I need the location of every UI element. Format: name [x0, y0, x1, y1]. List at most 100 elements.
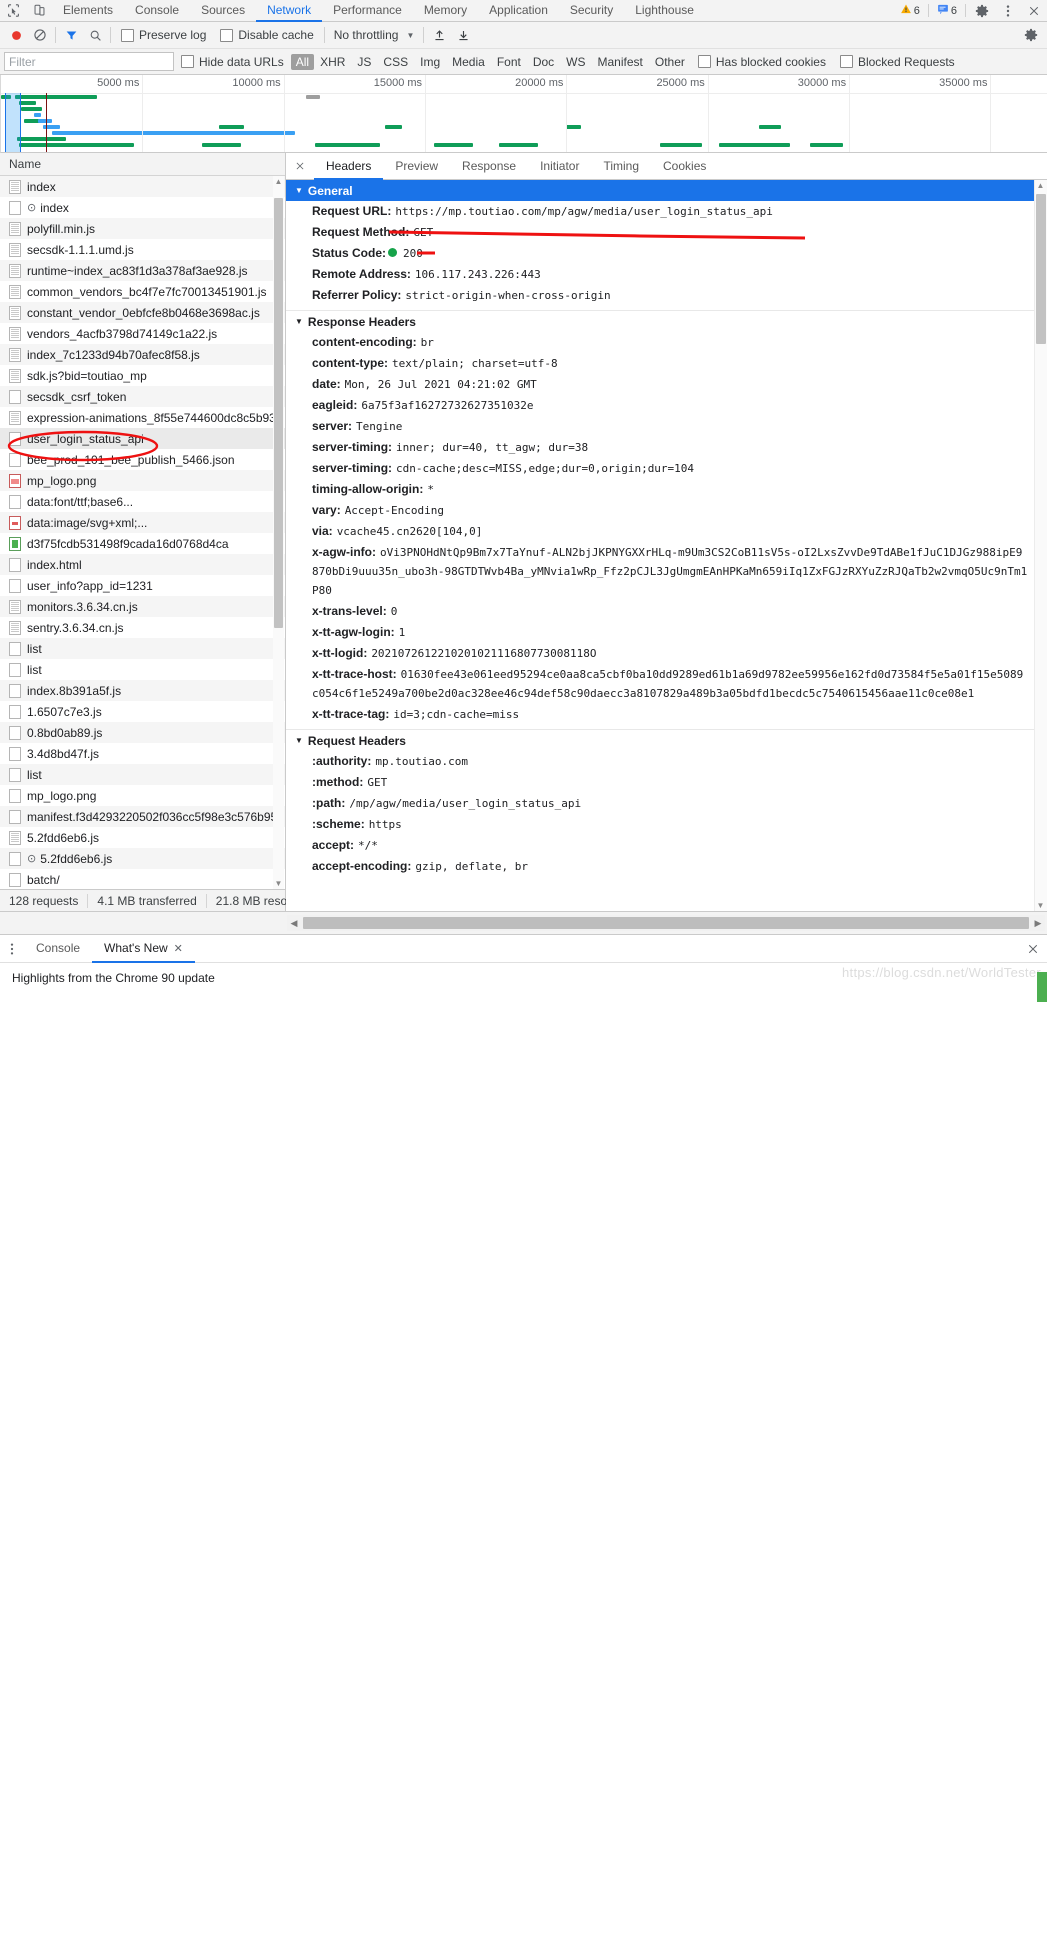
tab-elements[interactable]: Elements: [52, 0, 124, 22]
scroll-up-arrow-icon[interactable]: ▲: [1036, 180, 1045, 191]
tab-memory[interactable]: Memory: [413, 0, 478, 22]
request-list-scroll-thumb[interactable]: [274, 198, 283, 628]
filter-type-manifest[interactable]: Manifest: [592, 55, 649, 69]
filter-type-js[interactable]: JS: [351, 55, 377, 69]
network-overview-timeline[interactable]: 5000 ms 10000 ms 15000 ms 20000 ms 25000 ms 3…: [0, 75, 1047, 153]
scroll-down-arrow-icon[interactable]: ▼: [274, 878, 283, 889]
request-row[interactable]: 0.8bd0ab89.js: [0, 722, 285, 743]
tab-security[interactable]: Security: [559, 0, 624, 22]
request-row[interactable]: index.8b391a5f.js: [0, 680, 285, 701]
network-settings-gear-icon[interactable]: [1019, 23, 1043, 47]
request-row[interactable]: batch/: [0, 869, 285, 889]
scroll-left-arrow-icon[interactable]: ◀: [287, 918, 301, 929]
message-badge[interactable]: 6: [932, 0, 962, 21]
request-list-scrollbar[interactable]: ▲ ▼: [273, 176, 284, 889]
filter-type-css[interactable]: CSS: [377, 55, 414, 69]
request-row[interactable]: ⊙ 5.2fdd6eb6.js: [0, 848, 285, 869]
section-header-request[interactable]: ▼ Request Headers: [286, 730, 1035, 751]
request-row[interactable]: common_vendors_bc4f7e7fc70013451901.js: [0, 281, 285, 302]
request-row[interactable]: polyfill.min.js: [0, 218, 285, 239]
tab-application[interactable]: Application: [478, 0, 559, 22]
export-har-icon[interactable]: [451, 23, 475, 47]
throttling-select[interactable]: No throttling ▼: [328, 28, 421, 42]
close-icon[interactable]: ✕: [174, 942, 183, 955]
hide-data-urls-box[interactable]: [181, 55, 194, 68]
has-blocked-cookies-box[interactable]: [697, 55, 711, 68]
request-row[interactable]: vendors_4acfb3798d74149c1a22.js: [0, 323, 285, 344]
detail-tab-response[interactable]: Response: [450, 153, 528, 180]
filter-type-img[interactable]: Img: [414, 55, 446, 69]
scroll-right-arrow-icon[interactable]: ▶: [1031, 918, 1045, 929]
filter-type-other[interactable]: Other: [649, 55, 691, 69]
request-row[interactable]: bee_prod_101_bee_publish_5466.json: [0, 449, 285, 470]
request-row[interactable]: constant_vendor_0ebfcfe8b0468e3698ac.js: [0, 302, 285, 323]
request-row[interactable]: user_info?app_id=1231: [0, 575, 285, 596]
inspect-element-icon[interactable]: [0, 0, 26, 21]
request-row[interactable]: index.html: [0, 554, 285, 575]
request-row[interactable]: 1.6507c7e3.js: [0, 701, 285, 722]
request-row[interactable]: sentry.3.6.34.cn.js: [0, 617, 285, 638]
hscroll-thumb[interactable]: [303, 917, 1029, 929]
section-header-response[interactable]: ▼ Response Headers: [286, 311, 1035, 332]
clear-button[interactable]: [28, 23, 52, 47]
request-row[interactable]: secsdk-1.1.1.umd.js: [0, 239, 285, 260]
hide-data-urls-checkbox[interactable]: Hide data URLs: [174, 55, 291, 69]
preserve-log-checkbox[interactable]: Preserve log: [114, 28, 213, 42]
filter-icon[interactable]: [59, 23, 83, 47]
request-row[interactable]: 3.4d8bd47f.js: [0, 743, 285, 764]
request-row[interactable]: index_7c1233d94b70afec8f58.js: [0, 344, 285, 365]
filter-type-xhr[interactable]: XHR: [314, 55, 351, 69]
gear-icon[interactable]: [969, 0, 995, 21]
blocked-requests-box[interactable]: [839, 55, 853, 68]
tab-sources[interactable]: Sources: [190, 0, 256, 22]
request-row[interactable]: ⊙ index: [0, 197, 285, 218]
device-toolbar-icon[interactable]: [26, 0, 52, 21]
detail-vertical-scrollbar[interactable]: ▲ ▼: [1034, 180, 1047, 911]
request-row[interactable]: data:font/ttf;base6...: [0, 491, 285, 512]
request-row[interactable]: data:image/svg+xml;...: [0, 512, 285, 533]
request-row[interactable]: mp_logo.png: [0, 785, 285, 806]
filter-input[interactable]: [4, 52, 174, 71]
tab-performance[interactable]: Performance: [322, 0, 413, 22]
filter-type-all[interactable]: All: [290, 53, 315, 70]
request-row[interactable]: monitors.3.6.34.cn.js: [0, 596, 285, 617]
filter-type-font[interactable]: Font: [491, 55, 527, 69]
drawer-more-icon[interactable]: [0, 935, 24, 962]
detail-tab-timing[interactable]: Timing: [591, 153, 651, 180]
scroll-down-arrow-icon[interactable]: ▼: [1036, 900, 1045, 911]
detail-horizontal-scrollbar[interactable]: ◀ ▶: [287, 915, 1045, 931]
scroll-up-arrow-icon[interactable]: ▲: [274, 176, 283, 187]
request-row[interactable]: secsdk_csrf_token: [0, 386, 285, 407]
drawer-close-icon[interactable]: [1027, 935, 1039, 962]
request-row[interactable]: list: [0, 764, 285, 785]
disable-cache-box[interactable]: [220, 28, 234, 42]
request-row[interactable]: index: [0, 176, 285, 197]
drawer-tab-console[interactable]: Console: [24, 935, 92, 963]
request-row[interactable]: 5.2fdd6eb6.js: [0, 827, 285, 848]
tab-network[interactable]: Network: [256, 0, 323, 22]
detail-tab-cookies[interactable]: Cookies: [651, 153, 718, 180]
tab-lighthouse[interactable]: Lighthouse: [624, 0, 705, 22]
request-row[interactable]: user_login_status_api: [0, 428, 285, 449]
request-row[interactable]: sdk.js?bid=toutiao_mp: [0, 365, 285, 386]
request-row[interactable]: expression-animations_8f55e744600dc8c5b9…: [0, 407, 285, 428]
detail-tab-headers[interactable]: Headers: [314, 153, 384, 180]
request-row[interactable]: mp_logo.png: [0, 470, 285, 491]
column-header-name[interactable]: Name: [0, 153, 285, 176]
detail-tab-initiator[interactable]: Initiator: [528, 153, 591, 180]
detail-tab-preview[interactable]: Preview: [383, 153, 450, 180]
warning-badge[interactable]: 6: [895, 0, 925, 21]
request-row[interactable]: d3f75fcdb531498f9cada16d0768d4ca: [0, 533, 285, 554]
preserve-log-box[interactable]: [121, 28, 134, 42]
record-button[interactable]: [4, 23, 28, 47]
drawer-tab-whats-new[interactable]: What's New ✕: [92, 935, 195, 963]
tab-console[interactable]: Console: [124, 0, 190, 22]
close-detail-icon[interactable]: [286, 153, 314, 179]
detail-scroll-thumb[interactable]: [1036, 194, 1046, 344]
request-rows[interactable]: index ⊙ index polyfill.min.js secsdk-1.1.1.u…: [0, 176, 285, 889]
filter-type-doc[interactable]: Doc: [527, 55, 560, 69]
request-row[interactable]: list: [0, 638, 285, 659]
kebab-menu-icon[interactable]: [995, 0, 1021, 21]
overview-selection-window[interactable]: [5, 93, 22, 152]
disable-cache-checkbox[interactable]: Disable cache: [213, 28, 320, 42]
